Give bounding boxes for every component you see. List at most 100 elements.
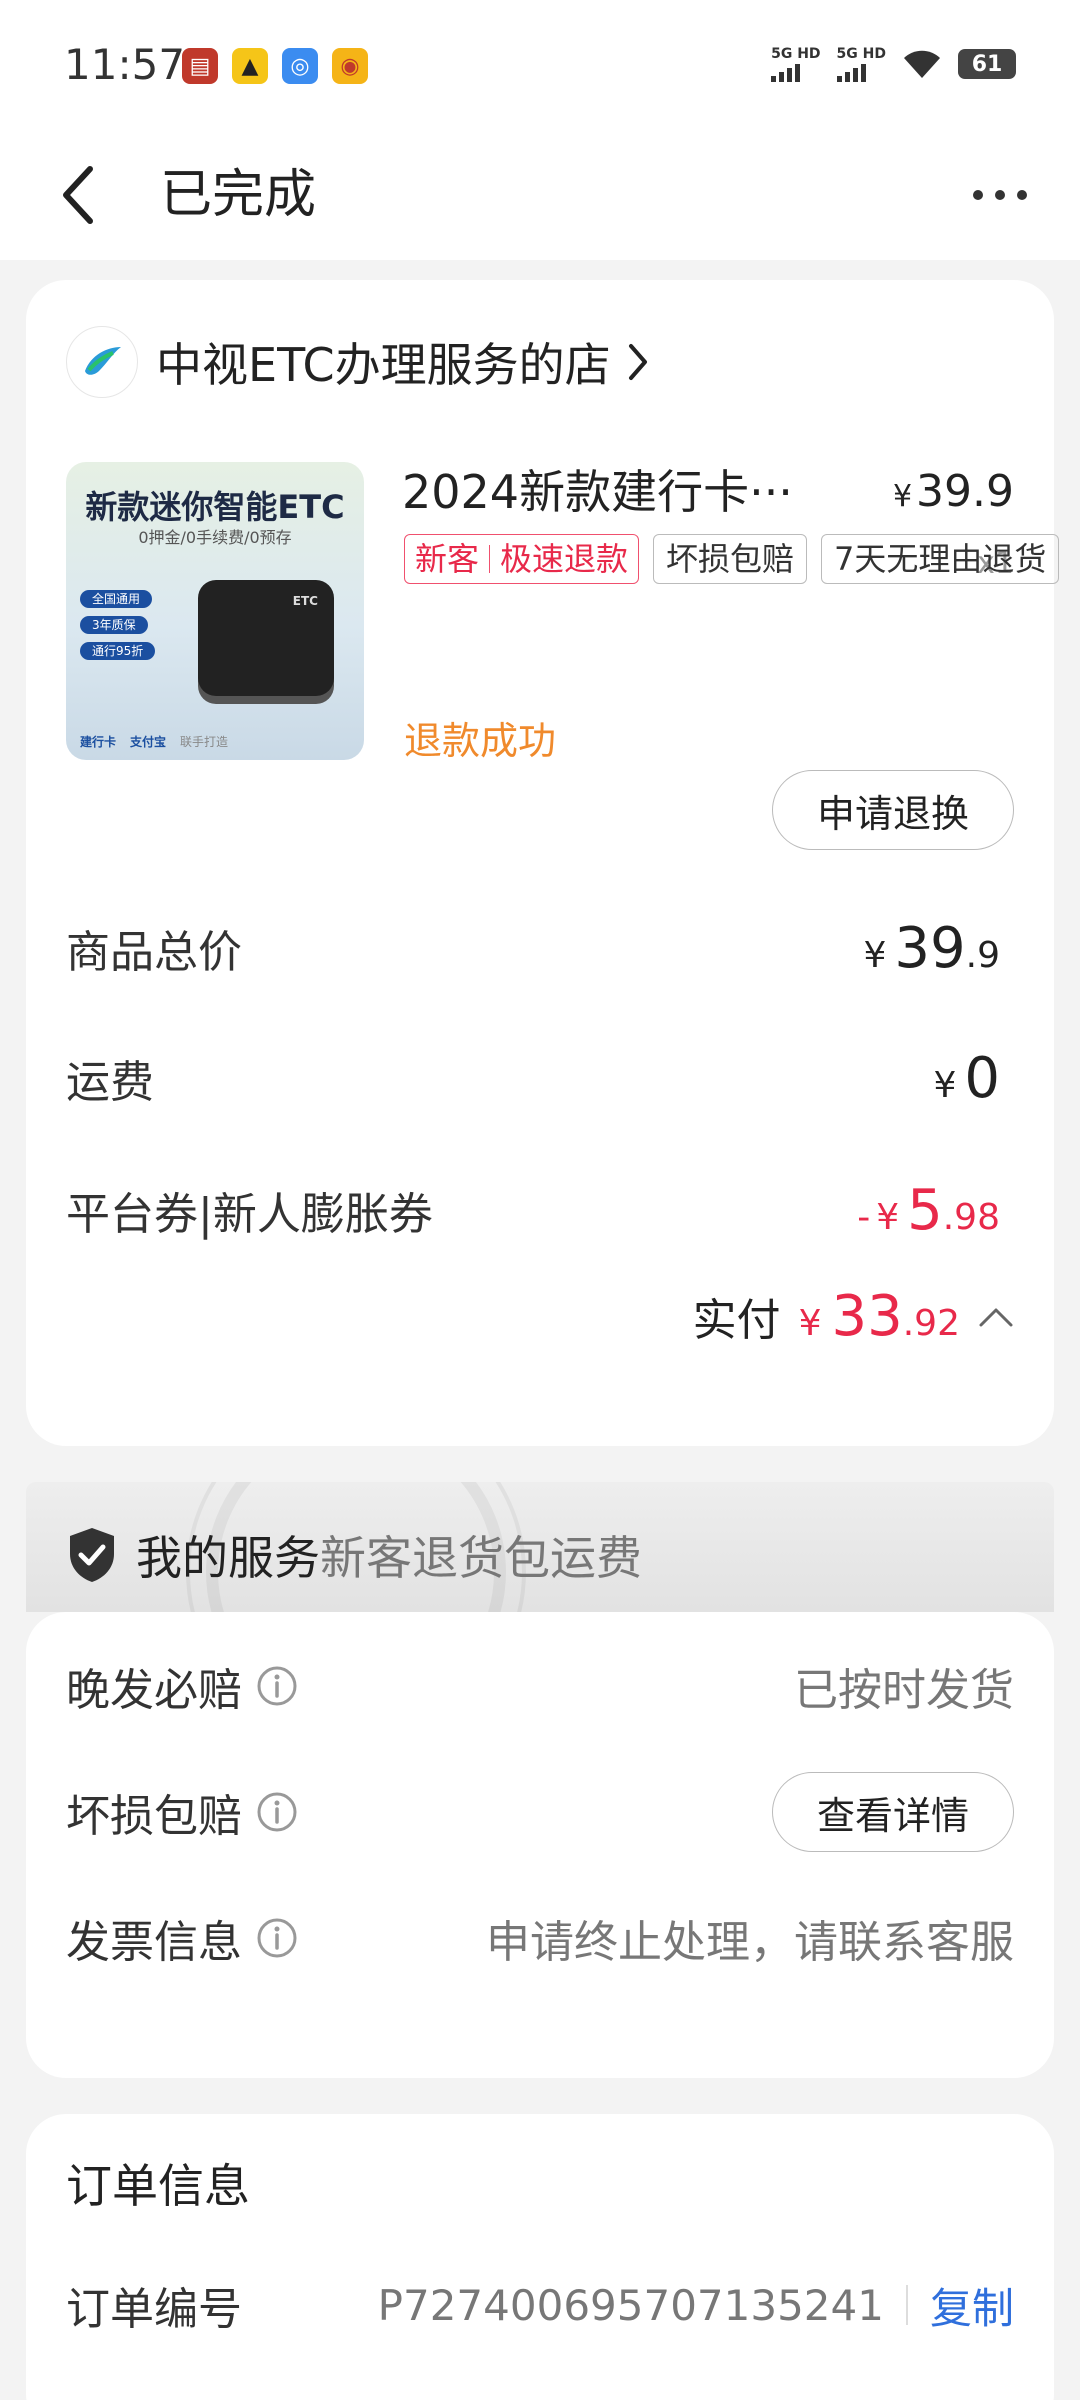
paid-dec: .92 — [902, 1303, 960, 1344]
chevron-up-icon[interactable] — [978, 1306, 1014, 1328]
signal-label: 5G HD — [836, 46, 886, 62]
view-details-button[interactable]: 查看详情 — [772, 1772, 1014, 1852]
info-icon[interactable] — [256, 1917, 298, 1959]
total-label: 商品总价 — [66, 927, 242, 978]
minus-sign: - — [857, 1196, 871, 1238]
total-row: 商品总价 ¥ 39 .9 — [66, 916, 1000, 981]
product-image-subtitle: 0押金/0手续费/0预存 — [138, 528, 292, 547]
status-bar: 11:57 ▤ ▲ ◎ ◉ 5G HD 5G HD 61 — [0, 0, 1080, 130]
total-value: ¥ 39 .9 — [863, 916, 1000, 981]
new-customer-tag: 新客 极速退款 — [404, 534, 640, 584]
order-info-card: 订单信息 订单编号 P727400695707135241 复制 — [26, 2114, 1054, 2400]
currency-symbol: ¥ — [892, 479, 913, 514]
product-image[interactable]: 新款迷你智能ETC 0押金/0手续费/0预存 全国通用 3年质保 通行95折 E… — [66, 462, 364, 760]
service-card: 晚发必赔 已按时发货 坏损包赔 查看详情 发票信息 申请终止处理，请联系客服 — [26, 1612, 1054, 2078]
tag-label: 极速退款 — [500, 540, 629, 578]
service-title: 我的服务 — [136, 1531, 320, 1585]
product-tags: 新客 极速退款 坏损包赔 7天无理由退货 — [404, 534, 1060, 584]
service-row-invoice: 发票信息 申请终止处理，请联系客服 — [66, 1898, 1014, 1978]
paid-label: 实付 — [692, 1295, 781, 1346]
order-number-group: P727400695707135241 复制 — [378, 2275, 1014, 2336]
shipping-label: 运费 — [66, 1057, 154, 1108]
more-icon[interactable] — [960, 160, 1040, 230]
damage-tag: 坏损包赔 — [653, 534, 808, 584]
signal-label: 5G HD — [771, 46, 821, 62]
product-image-chip: 通行95折 — [80, 642, 156, 660]
service-subtitle: 新客退货包运费 — [320, 1531, 642, 1585]
paid-row[interactable]: 实付 ¥ 33 .92 — [693, 1284, 1014, 1349]
alipay-brand: 支付宝 — [130, 735, 167, 749]
shop-logo — [66, 326, 138, 398]
nav-bar: 已完成 — [0, 130, 1080, 260]
total-int: 39 — [894, 915, 966, 981]
service-value: 申请终止处理，请联系客服 — [486, 1917, 1014, 1968]
product-price-value: 39.9 — [916, 466, 1014, 517]
coupon-label: 平台券|新人膨胀券 — [66, 1189, 433, 1240]
status-time: 11:57 — [64, 40, 186, 89]
service-label: 发票信息 — [66, 1906, 298, 1970]
shipping-value: ¥ 0 — [933, 1046, 1000, 1111]
service-row-damage: 坏损包赔 查看详情 — [66, 1772, 1014, 1852]
coupon-dec: .98 — [942, 1196, 1000, 1238]
service-header: 我的服务 新客退货包运费 — [26, 1482, 1054, 1612]
bank-brand: 建行卡 — [80, 735, 117, 749]
battery-icon: 61 — [958, 49, 1016, 79]
copy-button[interactable]: 复制 — [930, 2275, 1014, 2336]
signal-icon: 5G HD — [771, 46, 821, 82]
service-label: 坏损包赔 — [66, 1780, 298, 1844]
order-info-title: 订单信息 — [66, 2159, 250, 2213]
service-label: 晚发必赔 — [66, 1654, 298, 1718]
service-value: 已按时发货 — [794, 1665, 1014, 1716]
product-image-footer: 建行卡 支付宝 联手打造 — [80, 733, 228, 750]
coupon-row: 平台券|新人膨胀券 - ¥ 5 .98 — [66, 1177, 1000, 1243]
order-number-label: 订单编号 — [66, 2284, 242, 2335]
car-app-icon: ▲ — [232, 48, 268, 84]
shop-name: 中视ETC办理服务的店 — [156, 338, 611, 392]
order-card: 中视ETC办理服务的店 新款迷你智能ETC 0押金/0手续费/0预存 全国通用 … — [26, 280, 1060, 1446]
signal-icon: 5G HD — [836, 46, 886, 82]
chevron-right-icon — [627, 342, 649, 382]
info-icon[interactable] — [256, 1665, 298, 1707]
system-icons: 5G HD 5G HD 61 — [771, 46, 1016, 82]
currency-symbol: ¥ — [798, 1303, 822, 1344]
paid-int: 33 — [831, 1284, 903, 1349]
product-price: ¥ 39.9 — [893, 466, 1014, 517]
back-icon[interactable] — [58, 160, 118, 230]
product-name[interactable]: 2024新款建行卡··· — [402, 456, 793, 522]
apply-exchange-button[interactable]: 申请退换 — [772, 770, 1014, 850]
partnership-text: 联手打造 — [180, 735, 229, 749]
shipping-int: 0 — [964, 1045, 1000, 1111]
safety-app-icon: ◎ — [282, 48, 318, 84]
service-title-row: 我的服务 新客退货包运费 — [66, 1522, 642, 1588]
order-number-row: 订单编号 P727400695707135241 复制 — [66, 2270, 1014, 2340]
currency-symbol: ¥ — [876, 1196, 900, 1238]
wifi-icon — [904, 50, 940, 78]
battery-level: 61 — [971, 51, 1003, 77]
order-number: P727400695707135241 — [377, 2280, 884, 2330]
page-title: 已完成 — [160, 165, 317, 225]
shipping-row: 运费 ¥ 0 — [66, 1046, 1000, 1111]
etc-device-label: ETC — [292, 594, 318, 608]
product-image-chip: 3年质保 — [80, 616, 148, 634]
total-dec: .9 — [965, 934, 1000, 976]
product-image-chip: 全国通用 — [80, 590, 153, 608]
weibo-icon: ◉ — [332, 48, 368, 84]
notification-icons: ▤ ▲ ◎ ◉ — [182, 48, 368, 84]
coupon-int: 5 — [907, 1177, 943, 1243]
shield-check-icon — [70, 1528, 114, 1582]
divider — [905, 2285, 908, 2325]
tag-label: 新客 — [415, 540, 480, 578]
etc-device: ETC — [198, 580, 334, 696]
info-icon[interactable] — [256, 1791, 298, 1833]
paid-value: ¥ 33 .92 — [799, 1284, 960, 1349]
product-image-title: 新款迷你智能ETC — [85, 488, 345, 526]
currency-symbol: ¥ — [863, 934, 887, 976]
shop-link[interactable]: 中视ETC办理服务的店 — [66, 326, 649, 398]
service-label-text: 坏损包赔 — [66, 1791, 242, 1842]
service-label-text: 发票信息 — [66, 1917, 242, 1968]
currency-symbol: ¥ — [933, 1064, 957, 1106]
card-app-icon: ▤ — [182, 48, 218, 84]
return-tag: 7天无理由退货 — [821, 534, 1060, 584]
service-label-text: 晚发必赔 — [66, 1665, 242, 1716]
refund-status: 退款成功 — [404, 719, 557, 763]
